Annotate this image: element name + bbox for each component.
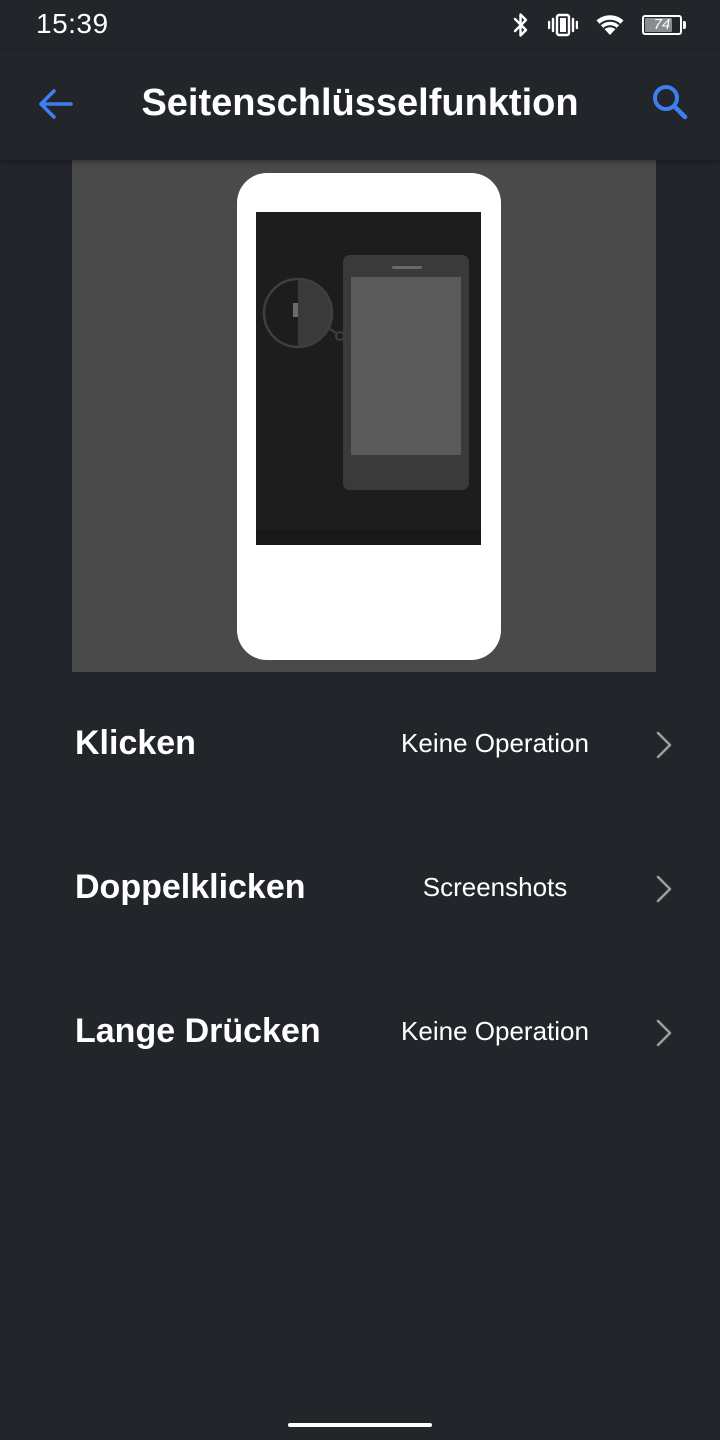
- option-row-long-press[interactable]: Lange Drücken Keine Operation: [0, 960, 720, 1104]
- inner-phone-display: [351, 277, 461, 455]
- option-label: Lange Drücken: [75, 1012, 321, 1050]
- gesture-navigation-bar[interactable]: [288, 1423, 432, 1427]
- battery-icon: 74: [642, 15, 686, 35]
- option-row-double-click[interactable]: Doppelklicken Screenshots: [0, 816, 720, 960]
- phone-illustration: [237, 173, 501, 660]
- status-icons: 74: [512, 10, 686, 40]
- search-button[interactable]: [644, 78, 696, 130]
- status-time: 15:39: [36, 8, 109, 39]
- inner-phone-graphic: [343, 255, 469, 490]
- search-icon: [651, 83, 689, 126]
- wifi-icon: [596, 14, 624, 36]
- option-label: Klicken: [75, 724, 196, 762]
- bluetooth-icon: [512, 12, 530, 38]
- phone-illustration-screen-bottom: [256, 529, 481, 545]
- option-label: Doppelklicken: [75, 868, 306, 906]
- battery-tip: [683, 21, 686, 29]
- chevron-right-icon: [656, 1019, 672, 1047]
- chevron-right-icon: [656, 731, 672, 759]
- settings-screen: 15:39 74 Seitenschlüsselfunktion Klicken…: [0, 0, 720, 1440]
- side-key-options-list: Klicken Keine Operation Doppelklicken Sc…: [0, 672, 720, 1104]
- status-bar: 15:39 74: [0, 0, 720, 50]
- app-bar: Seitenschlüsselfunktion: [0, 50, 720, 160]
- option-value: Screenshots: [422, 872, 568, 902]
- inner-phone-speaker: [392, 266, 422, 269]
- side-key-zoom-graphic: [262, 277, 345, 349]
- side-key-illustration: [72, 160, 656, 672]
- option-value: Keine Operation: [401, 728, 589, 758]
- battery-level: 74: [653, 16, 671, 33]
- vibrate-icon: [548, 13, 578, 37]
- option-value: Keine Operation: [401, 1016, 589, 1046]
- chevron-right-icon: [656, 875, 672, 903]
- page-title: Seitenschlüsselfunktion: [141, 82, 579, 124]
- option-row-click[interactable]: Klicken Keine Operation: [0, 672, 720, 816]
- phone-illustration-screen: [256, 212, 481, 545]
